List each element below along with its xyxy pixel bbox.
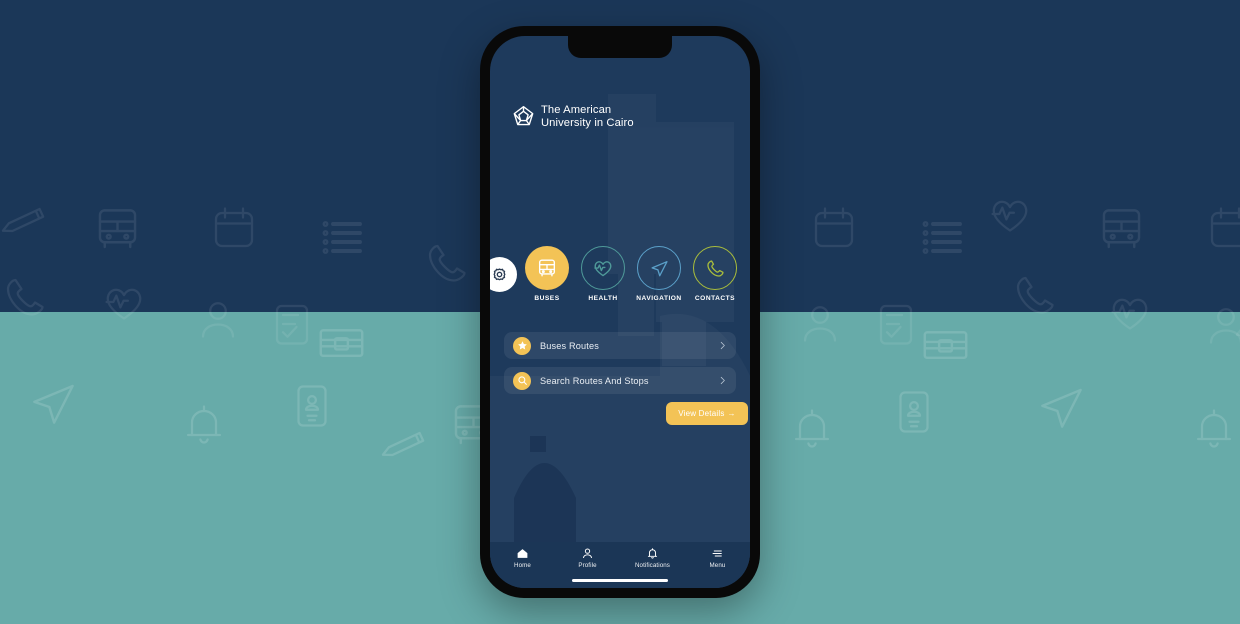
list-item-buses-routes[interactable]: Buses Routes xyxy=(504,332,736,359)
home-icon xyxy=(517,549,528,558)
nav-item-home-label: Home xyxy=(514,562,531,569)
auc-brand-name: The American University in Cairo xyxy=(541,104,634,129)
phone-mockup: The American University in Cairo BUSES H… xyxy=(480,26,760,598)
star-icon xyxy=(517,341,527,350)
person-icon xyxy=(583,548,592,559)
view-details-button[interactable]: View Details → xyxy=(666,402,748,425)
list-item-buses-routes-label: Buses Routes xyxy=(540,340,599,351)
phone-notch xyxy=(568,36,672,58)
category-health-label: HEALTH xyxy=(588,295,618,302)
bus-icon xyxy=(538,259,556,277)
hamburger-menu-icon xyxy=(712,550,722,557)
auc-brand: The American University in Cairo xyxy=(512,104,634,129)
phone-screen: The American University in Cairo BUSES H… xyxy=(490,36,750,588)
category-contacts[interactable]: CONTACTS xyxy=(687,246,743,302)
auc-pentagon-logo-icon xyxy=(513,106,534,126)
screenshot-root: The American University in Cairo BUSES H… xyxy=(0,0,1240,624)
category-contacts-label: CONTACTS xyxy=(694,295,736,302)
category-selector-row: BUSES HEALTH NAVIGATION CONTACTS xyxy=(490,246,750,320)
category-navigation[interactable]: NAVIGATION xyxy=(631,246,687,302)
category-navigation-label: NAVIGATION xyxy=(636,295,682,302)
list-item-search-routes-label: Search Routes And Stops xyxy=(540,375,649,386)
view-details-label: View Details xyxy=(678,409,725,418)
list-item-search-routes-and-stops[interactable]: Search Routes And Stops xyxy=(504,367,736,394)
chevron-right-icon xyxy=(720,341,725,350)
gear-icon xyxy=(493,268,506,281)
nav-item-profile-label: Profile xyxy=(578,562,597,569)
settings-button[interactable] xyxy=(490,257,517,292)
phone-icon xyxy=(706,259,724,277)
category-buses-label: BUSES xyxy=(534,295,560,302)
category-health-circle xyxy=(581,246,625,290)
category-navigation-circle xyxy=(637,246,681,290)
chevron-right-icon xyxy=(720,376,725,385)
bell-icon xyxy=(647,548,658,559)
search-icon xyxy=(517,376,527,385)
category-buses[interactable]: BUSES xyxy=(519,246,575,302)
nav-item-notifications[interactable]: Notifications xyxy=(620,547,685,569)
paper-plane-icon xyxy=(650,260,668,276)
nav-item-menu[interactable]: Menu xyxy=(685,547,750,569)
category-health[interactable]: HEALTH xyxy=(575,246,631,302)
category-contacts-circle xyxy=(693,246,737,290)
category-buses-circle xyxy=(525,246,569,290)
nav-item-menu-label: Menu xyxy=(709,562,726,569)
arrow-right-icon: → xyxy=(727,409,736,418)
search-badge xyxy=(513,371,531,390)
home-indicator xyxy=(572,579,668,582)
nav-item-home[interactable]: Home xyxy=(490,547,555,569)
nav-item-notifications-label: Notifications xyxy=(634,562,670,569)
star-badge xyxy=(513,336,531,355)
nav-item-profile[interactable]: Profile xyxy=(555,547,620,569)
heart-pulse-icon xyxy=(594,261,612,277)
